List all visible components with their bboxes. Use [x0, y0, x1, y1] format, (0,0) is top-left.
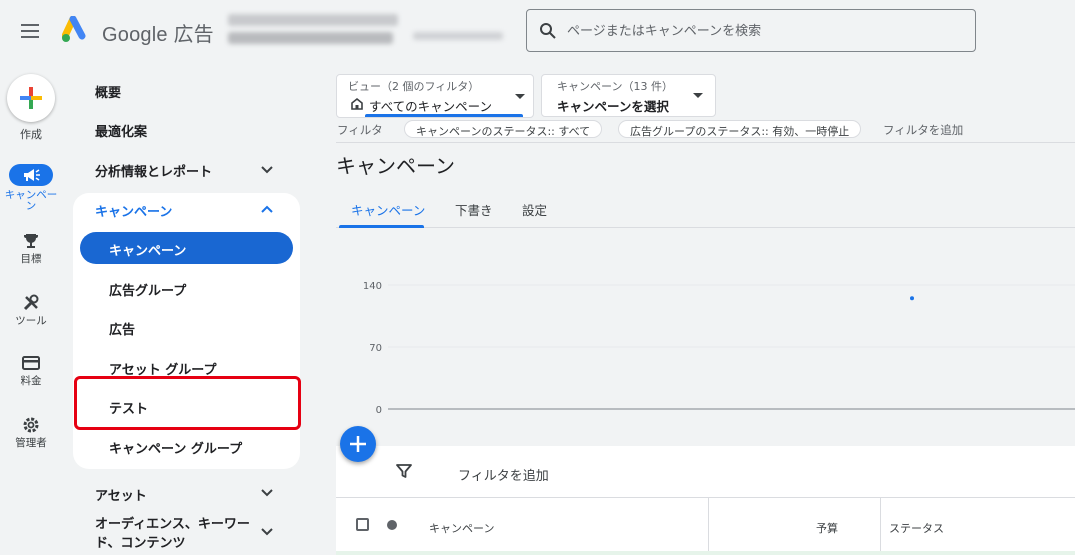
rail-label-tools: ツール [15, 315, 47, 327]
filter-chip-campaign-status[interactable]: キャンペーンのステータス:: すべて [404, 120, 603, 138]
search-icon [540, 23, 556, 39]
nav-item-recommendations[interactable]: 最適化案 [95, 121, 147, 140]
table-header-row: キャンペーン 予算 ステータス [336, 497, 1075, 552]
nav-item-audiences-keywords-content[interactable]: オーディエンス、キーワード、コンテンツ [95, 515, 255, 553]
product-name: Google 広告 [102, 24, 214, 46]
view-selector[interactable]: ビュー（2 個のフィルタ） すべてのキャンペーン [336, 74, 534, 118]
gear-icon [23, 417, 39, 433]
rail-item-tools[interactable]: ツール [0, 294, 62, 327]
add-fab-button[interactable] [340, 426, 376, 462]
search-box[interactable] [526, 9, 976, 52]
campaign-selector[interactable]: キャンペーン（13 件） キャンペーンを選択 [541, 74, 716, 117]
chevron-down-icon[interactable] [260, 486, 274, 500]
main-content: ビュー（2 個のフィルタ） すべてのキャンペーン キャンペーン（13 件） キャ… [336, 64, 1075, 555]
nav-sub-ad-groups[interactable]: 広告グループ [109, 280, 186, 299]
y-tick-label: 140 [363, 281, 382, 292]
rail-label-admin: 管理者 [15, 437, 47, 449]
plus-icon [20, 87, 42, 109]
home-icon [351, 97, 363, 110]
rail-item-admin[interactable]: 管理者 [0, 416, 62, 449]
trophy-icon [24, 234, 38, 248]
dropdown-arrow-icon [515, 94, 525, 99]
nav-item-overview[interactable]: 概要 [95, 82, 121, 101]
credit-card-icon [22, 356, 40, 370]
highlight-box-experiments [74, 376, 301, 430]
nav-item-insights-reports[interactable]: 分析情報とレポート [95, 161, 212, 180]
data-point[interactable] [910, 296, 914, 301]
campaign-value: キャンペーンを選択 [557, 99, 669, 114]
rail-label-campaigns: キャンペーン [4, 189, 58, 212]
nav-item-assets[interactable]: アセット [95, 485, 147, 504]
create-label: 作成 [20, 128, 42, 141]
column-divider [880, 498, 881, 552]
hamburger-menu-icon[interactable] [18, 20, 42, 44]
chevron-up-icon[interactable] [260, 202, 274, 216]
column-header-budget[interactable]: 予算 [816, 520, 838, 536]
view-value: すべてのキャンペーン [369, 99, 493, 114]
table-row-strip [336, 551, 1075, 555]
divider [336, 142, 1075, 143]
campaign-table: フィルタを追加 キャンペーン 予算 ステータス [336, 446, 1075, 555]
chevron-down-icon[interactable] [260, 163, 274, 177]
filter-row: フィルタ キャンペーンのステータス:: すべて 広告グループのステータス:: 有… [336, 120, 1075, 142]
column-header-campaign[interactable]: キャンペーン [429, 520, 494, 536]
rail-item-goals[interactable]: 目標 [0, 232, 62, 265]
filter-icon[interactable] [396, 463, 412, 479]
page-title: キャンペーン [336, 154, 455, 178]
rail-item-campaigns[interactable]: キャンペーン [0, 164, 62, 212]
column-header-status[interactable]: ステータス [889, 520, 944, 536]
nav-sub-campaigns[interactable]: キャンペーン [80, 232, 293, 264]
top-bar: Google 広告 [0, 0, 1075, 64]
google-ads-logo [62, 16, 86, 42]
tab-bar: キャンペーン 下書き 設定 [336, 192, 1075, 228]
nav-section-header-campaigns[interactable]: キャンペーン [95, 201, 172, 220]
tab-settings[interactable]: 設定 [522, 200, 547, 219]
chevron-down-icon[interactable] [260, 525, 274, 539]
view-active-indicator [365, 114, 523, 117]
column-divider [708, 498, 709, 552]
campaign-caption: キャンペーン（13 件） [557, 80, 673, 93]
y-tick-label: 0 [376, 405, 382, 416]
filter-chip-adgroup-status[interactable]: 広告グループのステータス:: 有効、一時停止 [618, 120, 862, 138]
rail-label-billing: 料金 [20, 375, 42, 387]
filter-label: フィルタ [337, 123, 383, 137]
status-dot-icon [387, 520, 397, 530]
dropdown-arrow-icon [693, 93, 703, 98]
nav-sub-campaign-groups[interactable]: キャンペーン グループ [109, 438, 242, 457]
megaphone-icon [24, 169, 40, 181]
tab-campaigns[interactable]: キャンペーン [351, 200, 425, 219]
create-button[interactable] [7, 74, 55, 122]
tab-drafts[interactable]: 下書き [455, 200, 493, 219]
account-info-blurred[interactable] [228, 14, 503, 44]
search-input[interactable] [567, 19, 967, 43]
rail-item-billing[interactable]: 料金 [0, 354, 62, 387]
select-all-checkbox[interactable] [356, 518, 369, 531]
y-tick-label: 70 [369, 343, 382, 354]
table-add-filter[interactable]: フィルタを追加 [458, 465, 549, 484]
add-filter-link[interactable]: フィルタを追加 [883, 122, 963, 138]
rail-label-goals: 目標 [20, 253, 42, 265]
tools-icon [23, 294, 39, 311]
nav-sub-ads[interactable]: 広告 [109, 319, 135, 338]
chart-svg: 140 70 0 [363, 281, 1075, 416]
plus-icon [350, 436, 366, 452]
view-caption: ビュー（2 個のフィルタ） [348, 80, 480, 93]
performance-chart: 140 70 0 [336, 228, 1075, 443]
